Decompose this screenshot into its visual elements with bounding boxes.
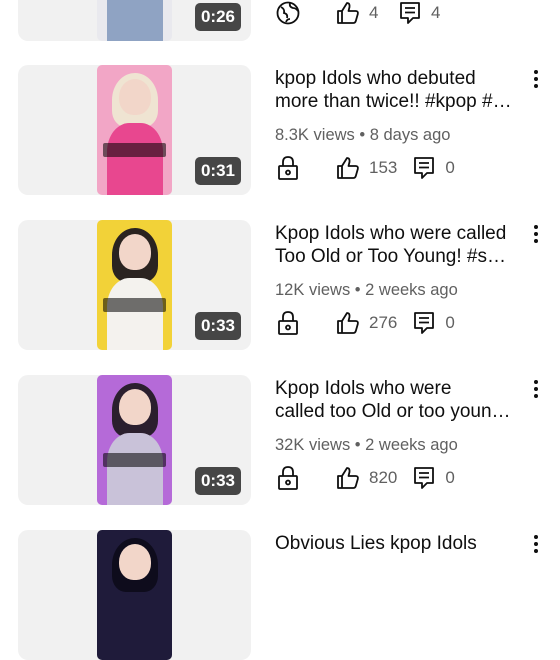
like-count: 820 xyxy=(369,468,398,487)
video-row[interactable]: Obvious Lies kpop Idols xyxy=(0,530,560,660)
video-meta: 8.3K views • 8 days ago xyxy=(275,126,451,144)
thumbnail-image xyxy=(97,220,172,350)
thumb-up-icon[interactable] xyxy=(335,465,361,491)
video-thumbnail[interactable]: 0:33 xyxy=(18,375,251,505)
video-actions: 4 4 xyxy=(275,0,459,28)
video-thumbnail[interactable]: 0:26 xyxy=(18,0,251,41)
video-title[interactable]: Kpop Idols who were called too Old or to… xyxy=(275,377,527,423)
video-row[interactable]: 0:33 Kpop Idols who were called too Old … xyxy=(0,375,560,505)
video-meta: 12K views • 2 weeks ago xyxy=(275,281,458,299)
duration-badge: 0:31 xyxy=(194,157,241,185)
video-title[interactable]: Kpop Idols who were called Too Old or To… xyxy=(275,222,527,268)
lock-icon xyxy=(278,156,298,180)
more-options-icon[interactable] xyxy=(528,532,544,558)
video-actions: 820 0 xyxy=(275,463,473,493)
video-actions: 276 0 xyxy=(275,308,473,338)
comment-count: 0 xyxy=(445,468,455,487)
duration-badge: 0:33 xyxy=(194,312,241,340)
comment-icon[interactable] xyxy=(411,465,437,491)
more-options-icon[interactable] xyxy=(528,67,544,93)
duration-badge: 0:26 xyxy=(194,3,241,31)
video-thumbnail[interactable]: 0:33 xyxy=(18,220,251,350)
comment-icon[interactable] xyxy=(411,310,437,336)
thumb-up-icon[interactable] xyxy=(335,0,361,26)
video-row[interactable]: 0:33 Kpop Idols who were called Too Old … xyxy=(0,220,560,350)
globe-icon xyxy=(276,1,300,25)
video-meta: 32K views • 2 weeks ago xyxy=(275,436,458,454)
lock-icon xyxy=(278,311,298,335)
thumbnail-image xyxy=(97,375,172,505)
thumbnail-image xyxy=(97,0,172,41)
video-title[interactable]: Obvious Lies kpop Idols xyxy=(275,532,527,555)
thumbnail-image xyxy=(97,530,172,660)
comment-count: 4 xyxy=(431,3,441,22)
video-actions: 153 0 xyxy=(275,153,473,183)
comment-icon[interactable] xyxy=(397,0,423,26)
like-count: 153 xyxy=(369,158,398,177)
video-thumbnail[interactable] xyxy=(18,530,251,660)
lock-icon xyxy=(278,466,298,490)
comment-icon[interactable] xyxy=(411,155,437,181)
more-options-icon[interactable] xyxy=(528,222,544,248)
comment-count: 0 xyxy=(445,158,455,177)
comment-count: 0 xyxy=(445,313,455,332)
duration-badge: 0:33 xyxy=(194,467,241,495)
video-title[interactable]: kpop Idols who debuted more than twice!!… xyxy=(275,67,527,113)
video-row[interactable]: 0:26 4 4 xyxy=(0,0,560,41)
video-row[interactable]: 0:31 kpop Idols who debuted more than tw… xyxy=(0,65,560,195)
like-count: 276 xyxy=(369,313,398,332)
thumb-up-icon[interactable] xyxy=(335,155,361,181)
like-count: 4 xyxy=(369,3,379,22)
thumbnail-image xyxy=(97,65,172,195)
thumb-up-icon[interactable] xyxy=(335,310,361,336)
more-options-icon[interactable] xyxy=(528,377,544,403)
video-thumbnail[interactable]: 0:31 xyxy=(18,65,251,195)
